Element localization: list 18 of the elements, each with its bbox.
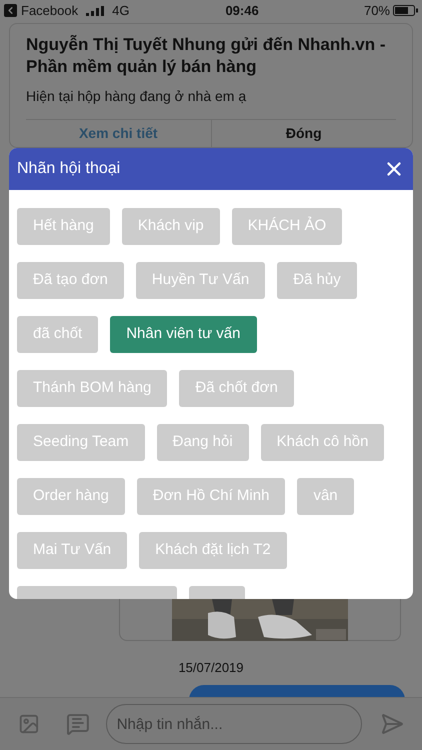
dialog-title: Nhãn hội thoại bbox=[17, 158, 120, 178]
message-input[interactable]: Nhập tin nhắn... bbox=[106, 704, 362, 744]
back-icon[interactable] bbox=[4, 4, 17, 18]
back-app-label[interactable]: Facebook bbox=[21, 0, 78, 20]
close-button[interactable]: Đóng bbox=[212, 120, 396, 146]
network-label: 4G bbox=[112, 2, 130, 20]
image-icon[interactable] bbox=[18, 713, 40, 735]
message-list-icon[interactable] bbox=[66, 712, 90, 736]
battery-icon bbox=[393, 5, 418, 16]
date-divider: 15/07/2019 bbox=[178, 658, 244, 676]
send-icon[interactable] bbox=[380, 712, 404, 736]
tag-chip[interactable]: Nhân viên tư vấn bbox=[110, 316, 256, 352]
details-link[interactable]: Xem chi tiết bbox=[26, 120, 212, 146]
notification-message: Hiện tại hộp hàng đang ở nhà em ạ bbox=[26, 87, 248, 106]
notification-title: Nguyễn Thị Tuyết Nhung gửi đến Nhanh.vn - Phần mềm quản lý bán hàng bbox=[26, 34, 387, 78]
battery-percent: 70% bbox=[364, 2, 390, 20]
signal-icon bbox=[86, 6, 104, 16]
clock: 09:46 bbox=[225, 2, 259, 20]
